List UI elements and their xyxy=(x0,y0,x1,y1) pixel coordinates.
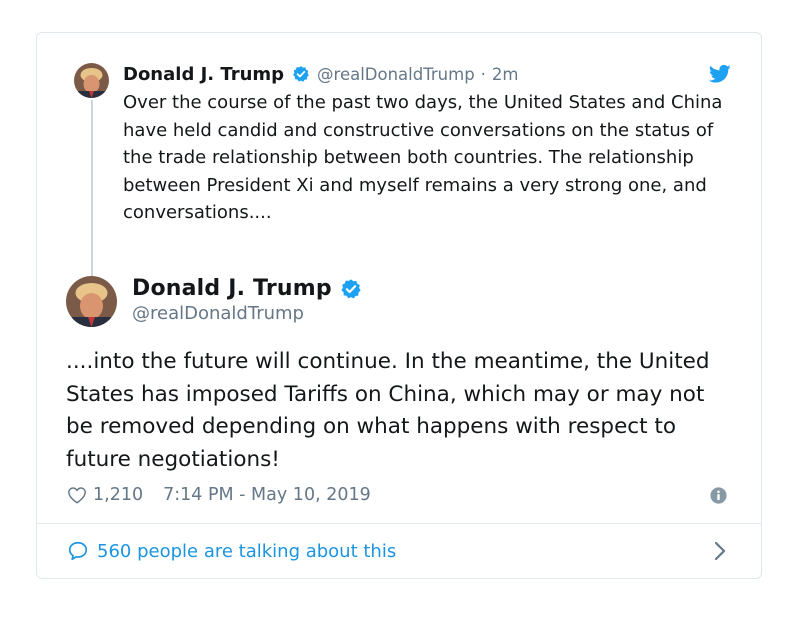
main-tweet-text: ....into the future will continue. In th… xyxy=(66,349,710,472)
verified-badge-icon xyxy=(292,65,310,83)
chevron-right-icon[interactable] xyxy=(713,540,727,562)
twitter-bird-icon[interactable] xyxy=(708,64,731,84)
main-author-name[interactable]: Donald J. Trump xyxy=(132,276,332,301)
separator-dot: · xyxy=(480,64,486,84)
parent-author-handle[interactable]: @realDonaldTrump xyxy=(317,65,475,84)
main-author-handle[interactable]: @realDonaldTrump xyxy=(132,303,304,324)
tweet-timestamp[interactable]: 7:14 PM - May 10, 2019 xyxy=(163,485,371,505)
info-icon[interactable] xyxy=(710,487,727,504)
embedded-tweet-card[interactable]: Donald J. Trump @realDonaldTrump · 2m Ov… xyxy=(36,32,762,579)
heart-outline-icon[interactable] xyxy=(67,486,87,504)
parent-tweet-text: Over the course of the past two days, th… xyxy=(123,92,723,224)
tweet-meta-row: 1,210 7:14 PM - May 10, 2019 xyxy=(67,483,371,507)
parent-tweet-header: Donald J. Trump @realDonaldTrump · 2m xyxy=(123,61,519,87)
card-divider xyxy=(37,523,761,524)
thread-connector-line xyxy=(91,100,93,304)
like-count[interactable]: 1,210 xyxy=(93,485,143,505)
verified-badge-icon xyxy=(340,278,362,300)
parent-author-name[interactable]: Donald J. Trump xyxy=(123,64,284,85)
speech-bubble-icon xyxy=(67,540,89,562)
main-author-name-row: Donald J. Trump xyxy=(132,276,369,301)
conversation-link-label: 560 people are talking about this xyxy=(97,540,397,562)
conversation-link[interactable]: 560 people are talking about this xyxy=(67,536,396,566)
parent-author-avatar[interactable] xyxy=(74,63,109,98)
parent-tweet-time[interactable]: 2m xyxy=(492,65,519,84)
main-author-avatar[interactable] xyxy=(66,276,117,327)
